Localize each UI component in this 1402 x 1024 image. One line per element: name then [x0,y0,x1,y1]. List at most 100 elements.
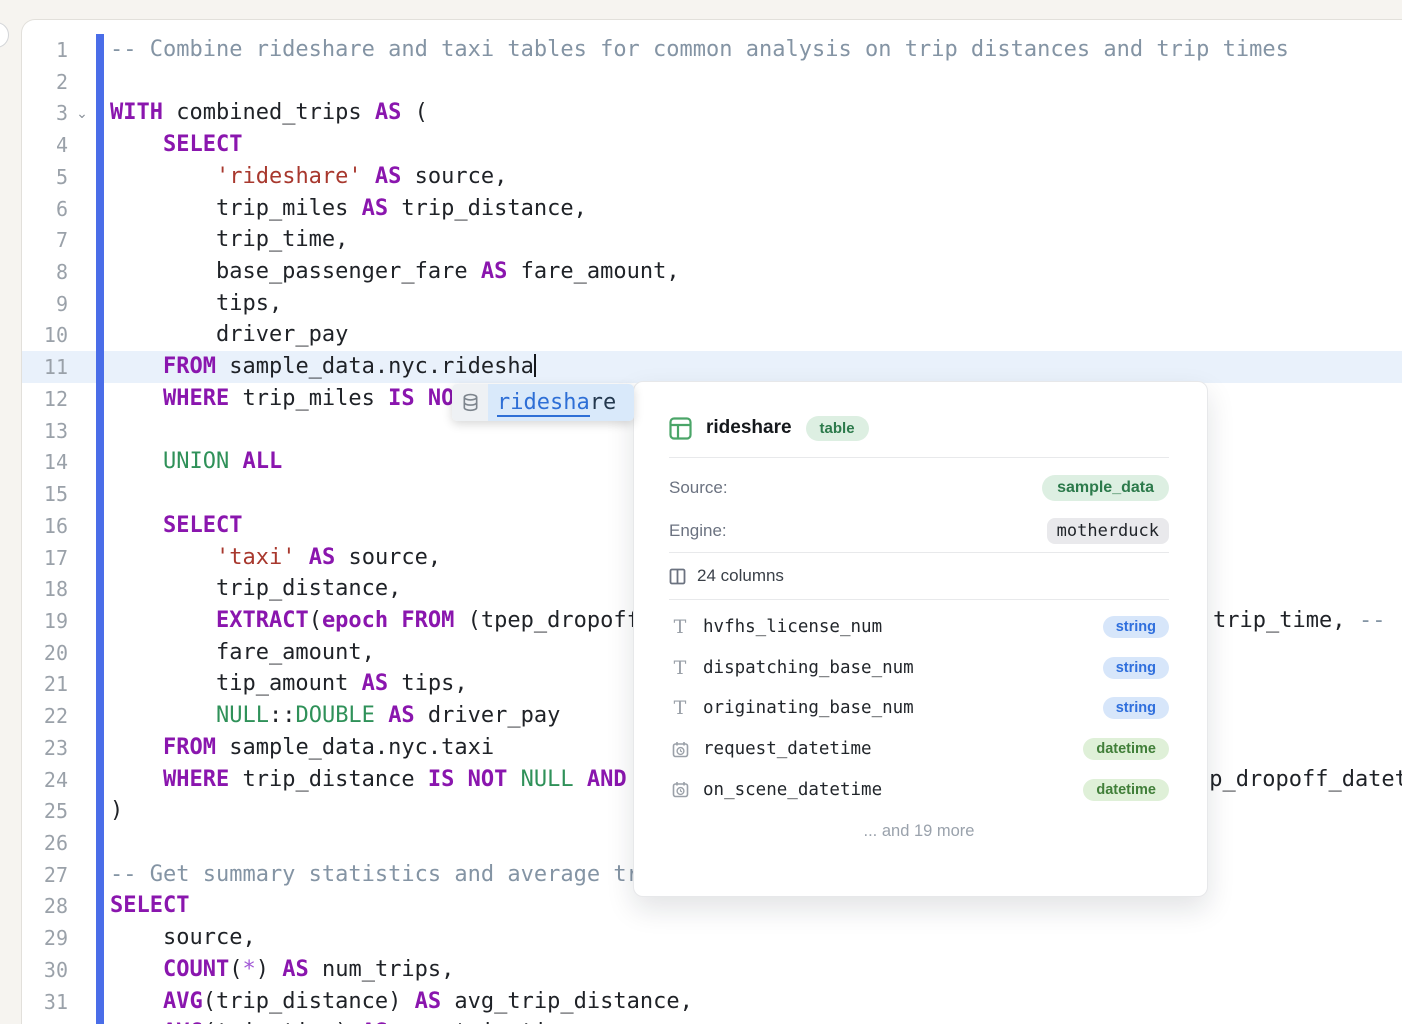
code-line[interactable]: 2 [0,66,1402,98]
column-type-badge: datetime [1083,779,1169,801]
column-name: originating_base_num [703,698,1103,718]
line-number: 5 [0,161,68,193]
autocomplete-item-rideshare[interactable]: rideshare [488,384,634,421]
code-line[interactable]: 30 COUNT(*) AS num_trips, [0,954,1402,986]
columns-count-row: 24 columns [669,553,1169,599]
autocomplete-dropdown[interactable]: rideshare [452,384,634,421]
line-number: 15 [0,478,68,510]
engine-row: Engine: motherduck [669,509,1169,552]
table-detail-popup: rideshare table Source: sample_data Engi… [633,381,1208,897]
column-row: Thvfhs_license_numstring [669,607,1169,648]
code-line[interactable]: 4 SELECT [0,129,1402,161]
autocomplete-rest-text: re [590,390,617,415]
column-row: Toriginating_base_numstring [669,688,1169,729]
line-number: 6 [0,193,68,225]
code-text: FROM sample_data.nyc.ridesha [110,351,1402,383]
autocomplete-match-text: ridesha [497,390,590,417]
code-text: source, [110,922,1402,954]
engine-label: Engine: [669,521,727,541]
database-icon [461,393,480,412]
line-number: 14 [0,446,68,478]
line-number: 26 [0,827,68,859]
text-icon: T [674,657,687,679]
code-text: 'rideshare' AS source, [110,161,1402,193]
column-type-badge: string [1103,616,1169,638]
code-line[interactable]: 8 base_passenger_fare AS fare_amount, [0,256,1402,288]
code-line[interactable]: 31 AVG(trip_distance) AS avg_trip_distan… [0,986,1402,1018]
line-number: 17 [0,542,68,574]
code-text: WITH combined_trips AS ( [110,97,1402,129]
datetime-icon [672,741,689,758]
columns-count-label: 24 columns [697,566,784,586]
fold-chevron-icon[interactable]: ⌄ [72,97,92,129]
line-number: 30 [0,954,68,986]
text-icon: T [674,616,687,638]
line-number: 28 [0,890,68,922]
column-type-badge: string [1103,657,1169,679]
line-number: 31 [0,986,68,1018]
code-text: COUNT(*) AS num_trips, [110,954,1402,986]
popup-table-name: rideshare [706,417,792,439]
line-number: 24 [0,764,68,796]
code-text: SELECT [110,129,1402,161]
code-line[interactable]: 6 trip_miles AS trip_distance, [0,193,1402,225]
line-number: 25 [0,795,68,827]
code-text: AVG(trip_distance) AS avg_trip_distance, [110,986,1402,1018]
text-icon: T [674,697,687,719]
column-row: on_scene_datetimedatetime [669,769,1169,810]
column-row: Tdispatching_base_numstring [669,648,1169,689]
column-type-badge: string [1103,697,1169,719]
line-number: 21 [0,668,68,700]
code-line[interactable]: 1-- Combine rideshare and taxi tables fo… [0,34,1402,66]
line-number: 27 [0,859,68,891]
cell-gutter-bar [96,34,104,1024]
code-line[interactable]: 9 tips, [0,288,1402,320]
code-text: driver_pay [110,319,1402,351]
line-number: 11 [0,351,68,383]
table-type-badge: table [806,416,869,441]
code-text: trip_time, [110,224,1402,256]
column-type-badge: datetime [1083,738,1169,760]
line-number: 19 [0,605,68,637]
sql-editor-page: 1-- Combine rideshare and taxi tables fo… [0,0,1402,1024]
line-number: 12 [0,383,68,415]
code-text: tips, [110,288,1402,320]
popup-header: rideshare table [669,406,1169,450]
engine-value-badge: motherduck [1047,518,1169,544]
code-text: base_passenger_fare AS fare_amount, [110,256,1402,288]
columns-icon [669,568,686,585]
code-line[interactable]: 11 FROM sample_data.nyc.ridesha [0,351,1402,383]
source-label: Source: [669,478,728,498]
code-line[interactable]: 10 driver_pay [0,319,1402,351]
code-line[interactable]: 29 source, [0,922,1402,954]
line-number: 16 [0,510,68,542]
code-text: AVG(trip_time) AS avg_trip_time, [110,1017,1402,1024]
more-columns-label: ... and 19 more [669,822,1169,844]
source-value-badge: sample_data [1042,475,1169,501]
code-line[interactable]: 5 'rideshare' AS source, [0,161,1402,193]
line-number: 10 [0,319,68,351]
line-number: 2 [0,66,68,98]
line-number: 7 [0,224,68,256]
source-row: Source: sample_data [669,466,1169,509]
line-number: 1 [0,34,68,66]
line-number: 32 [0,1017,68,1024]
column-name: dispatching_base_num [703,658,1103,678]
code-line[interactable]: 7 trip_time, [0,224,1402,256]
line-number: 29 [0,922,68,954]
line-number: 3 [0,97,68,129]
code-text: trip_miles AS trip_distance, [110,193,1402,225]
columns-list: Thvfhs_license_numstringTdispatching_bas… [669,600,1169,810]
line-number: 22 [0,700,68,732]
line-number: 13 [0,415,68,447]
line-number: 18 [0,573,68,605]
datetime-icon [672,781,689,798]
code-line[interactable]: 3⌄ WITH combined_trips AS ( [0,97,1402,129]
column-name: request_datetime [703,739,1083,759]
line-number: 4 [0,129,68,161]
line-number: 9 [0,288,68,320]
line-number: 23 [0,732,68,764]
code-line[interactable]: 32 AVG(trip_time) AS avg_trip_time, [0,1017,1402,1024]
table-icon [669,417,692,440]
column-name: on_scene_datetime [703,780,1083,800]
